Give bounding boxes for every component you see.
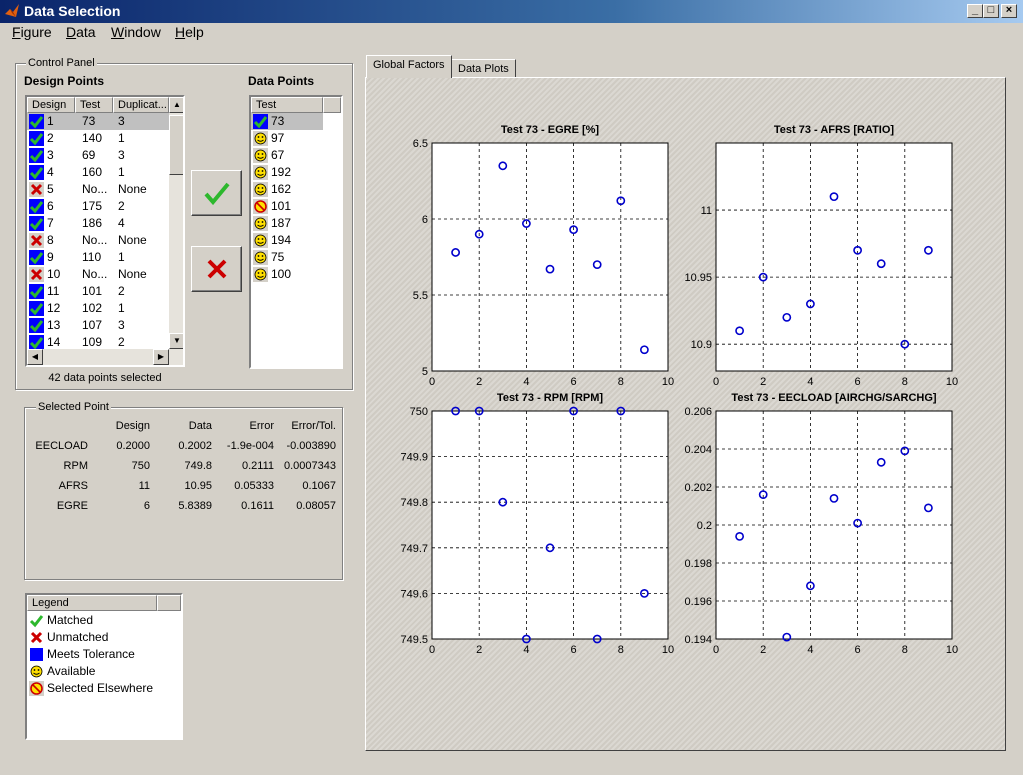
x-tick-label: 8: [618, 376, 624, 388]
y-tick-label: 0.2: [697, 520, 712, 532]
y-tick-label: 0.196: [684, 596, 712, 608]
x-tick-label: 4: [807, 644, 813, 656]
y-tick-label: 0.204: [684, 444, 712, 456]
y-tick-label: 6.5: [413, 138, 428, 150]
y-tick-label: 749.5: [400, 634, 428, 646]
y-tick-label: 749.8: [400, 497, 428, 509]
y-tick-label: 0.202: [684, 482, 712, 494]
x-tick-label: 0: [429, 376, 435, 388]
y-tick-label: 6: [422, 214, 428, 226]
plot-frame-2[interactable]: [431, 410, 669, 640]
x-tick-label: 10: [946, 644, 958, 656]
plot-title: Test 73 - RPM [RPM]: [497, 392, 603, 404]
x-tick-label: 6: [855, 644, 861, 656]
y-tick-label: 10.95: [684, 272, 712, 284]
x-tick-label: 0: [429, 644, 435, 656]
y-tick-label: 0.194: [684, 634, 712, 646]
x-tick-label: 2: [476, 376, 482, 388]
x-tick-label: 10: [946, 376, 958, 388]
x-tick-label: 8: [902, 376, 908, 388]
plot-title: Test 73 - AFRS [RATIO]: [774, 124, 895, 136]
y-tick-label: 749.9: [400, 452, 428, 464]
y-tick-label: 11: [701, 205, 712, 217]
y-tick-label: 10.9: [691, 339, 712, 351]
x-tick-label: 0: [713, 376, 719, 388]
x-tick-label: 2: [476, 644, 482, 656]
x-tick-label: 0: [713, 644, 719, 656]
x-tick-label: 6: [855, 376, 861, 388]
x-tick-label: 6: [571, 644, 577, 656]
x-tick-label: 2: [760, 644, 766, 656]
x-tick-label: 4: [523, 376, 529, 388]
y-tick-label: 750: [410, 406, 428, 418]
plot-frame-1[interactable]: [715, 142, 953, 372]
y-tick-label: 749.7: [400, 543, 428, 555]
tab-global-factors[interactable]: Global Factors: [366, 55, 452, 78]
x-tick-label: 4: [807, 376, 813, 388]
y-tick-label: 5.5: [413, 290, 428, 302]
plots-area: 0 2 4 6 8 10 5 5.5 6 6.5 Test 73 - EGRE [%] 0 2 4 6 8 10…: [400, 124, 958, 656]
x-tick-label: 6: [571, 376, 577, 388]
x-tick-label: 10: [662, 376, 674, 388]
x-tick-label: 8: [618, 644, 624, 656]
y-tick-label: 5: [422, 366, 428, 378]
y-tick-label: 749.6: [400, 588, 428, 600]
y-tick-label: 0.206: [684, 406, 712, 418]
x-tick-label: 10: [662, 644, 674, 656]
plot-title: Test 73 - EECLOAD [AIRCHG/SARCHG]: [731, 392, 936, 404]
x-tick-label: 8: [902, 644, 908, 656]
y-tick-label: 0.198: [684, 558, 712, 570]
x-tick-label: 4: [523, 644, 529, 656]
plot-title: Test 73 - EGRE [%]: [501, 124, 600, 136]
x-tick-label: 2: [760, 376, 766, 388]
plot-frame-0[interactable]: [431, 142, 669, 372]
